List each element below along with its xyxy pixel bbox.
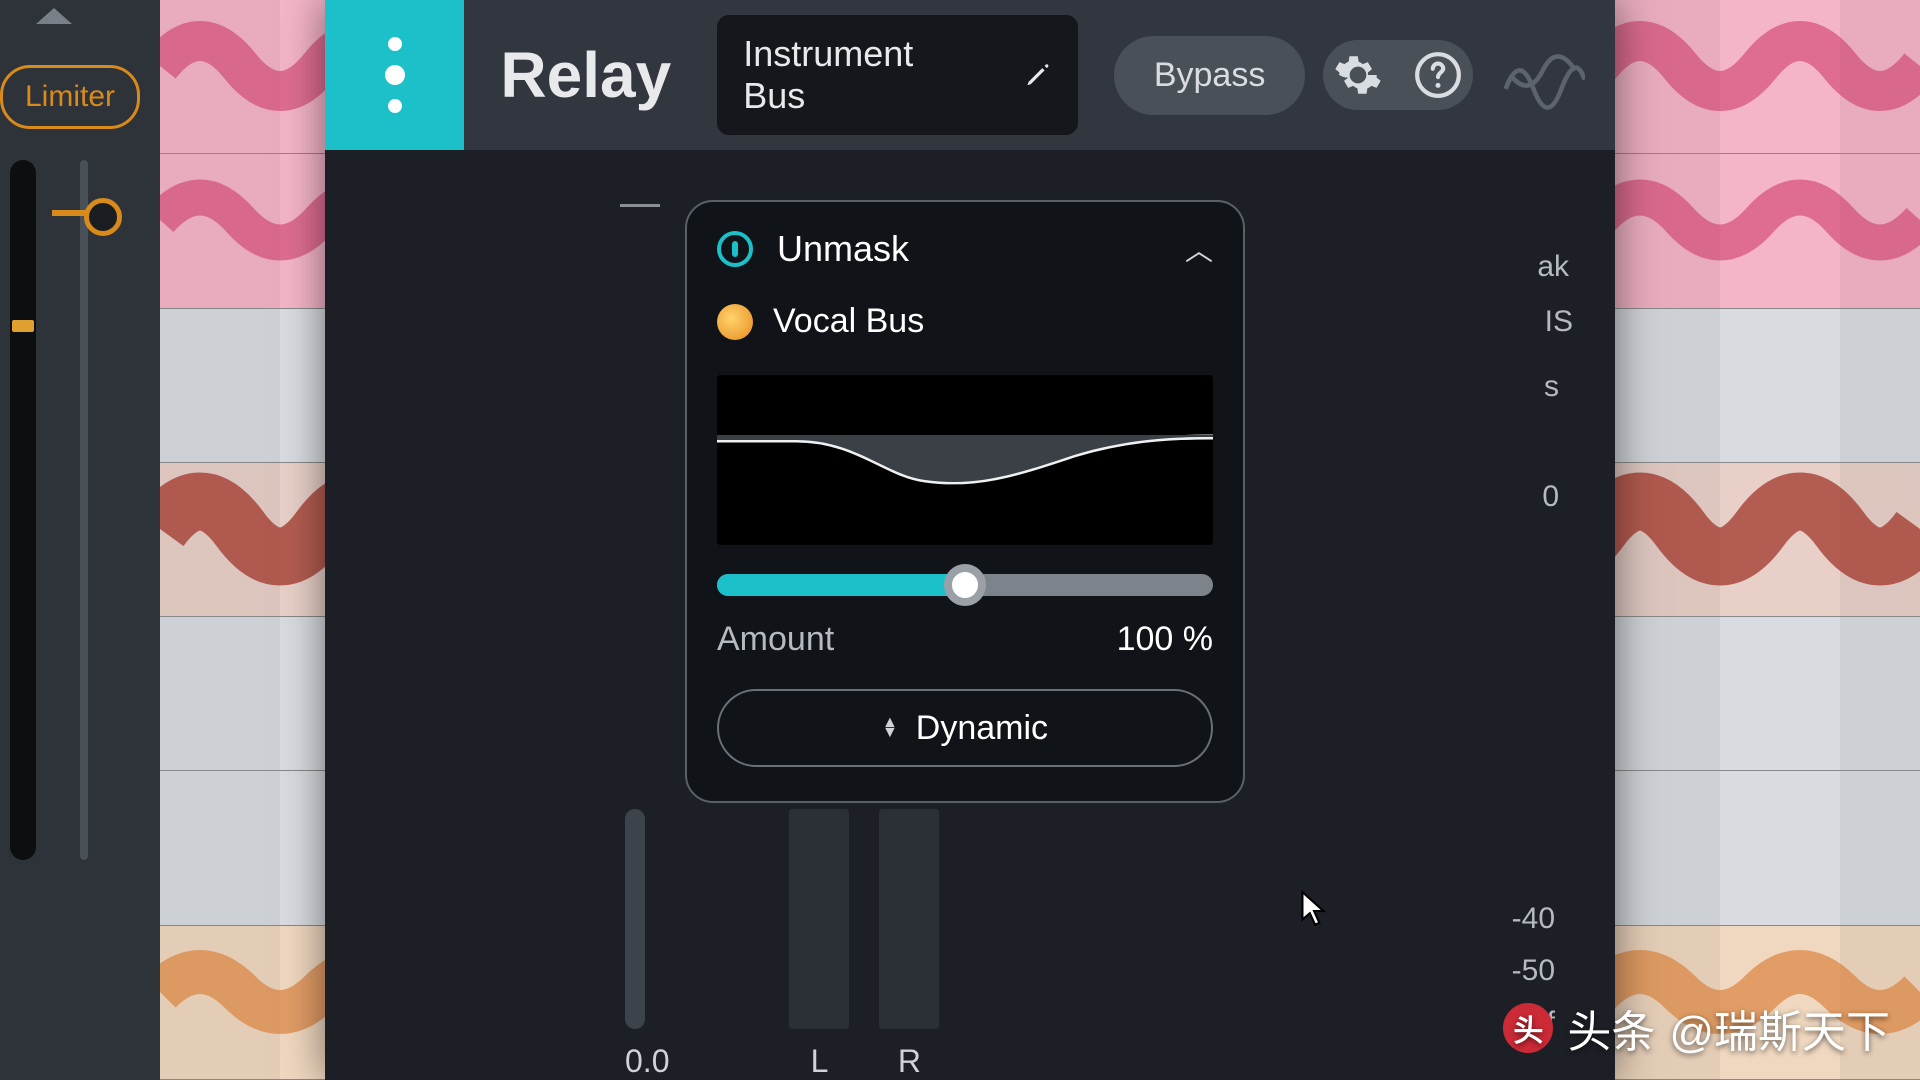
unmask-panel: Unmask ︿ Vocal Bus Amount 100 % — [685, 200, 1245, 803]
amount-label: Amount — [717, 620, 834, 659]
help-icon[interactable] — [1413, 50, 1463, 100]
mode-label: Dynamic — [916, 709, 1048, 748]
amount-value: 100 % — [1117, 620, 1213, 659]
left-meter — [10, 160, 36, 860]
output-section: 0.0 L R — [625, 809, 939, 1080]
bypass-button[interactable]: Bypass — [1114, 36, 1306, 115]
peak-label-partial: ak — [1537, 250, 1569, 284]
source-icon — [717, 304, 753, 340]
source-selector[interactable]: Vocal Bus — [717, 302, 1213, 341]
meter-right: R — [879, 809, 939, 1080]
scale-partial: s — [1544, 370, 1559, 404]
eq-curve-graph[interactable] — [717, 375, 1213, 545]
left-fader-track — [80, 160, 88, 860]
updown-icon: ▲▼ — [882, 718, 898, 738]
output-meters: L R — [789, 809, 939, 1080]
plugin-name: Relay — [500, 38, 671, 112]
signature-icon — [1501, 40, 1585, 110]
plugin-titlebar: Relay Instrument Bus Bypass — [325, 0, 1615, 150]
plugin-logo-icon[interactable] — [325, 0, 464, 150]
daw-sidebar: Limiter — [0, 0, 160, 1080]
plugin-body: ak IS s 0 0.0 L R -40 -50 -Inf — [325, 150, 1615, 1080]
gain-value: 0.0 — [625, 1043, 669, 1080]
meter-peak-marker — [12, 320, 34, 332]
watermark: 头 头条 @瑞斯天下 — [1503, 996, 1890, 1060]
limiter-button[interactable]: Limiter — [0, 65, 140, 129]
gear-icon[interactable] — [1333, 50, 1383, 100]
tick-mark — [620, 204, 660, 207]
source-label: Vocal Bus — [773, 302, 924, 341]
mode-button[interactable]: ▲▼ Dynamic — [717, 689, 1213, 767]
meter-left: L — [789, 809, 849, 1080]
panel-header[interactable]: Unmask ︿ — [717, 228, 1213, 270]
left-fader-handle[interactable] — [52, 210, 112, 216]
scale-tick: -40 — [1512, 902, 1555, 936]
preset-selector[interactable]: Instrument Bus — [717, 15, 1078, 135]
chevron-up-icon[interactable]: ︿ — [1185, 229, 1213, 269]
gain-fader[interactable]: 0.0 — [625, 809, 669, 1080]
slider-fill — [717, 574, 965, 596]
rms-label-partial: IS — [1545, 305, 1573, 339]
watermark-handle: @瑞斯天下 — [1669, 996, 1890, 1060]
preset-name: Instrument Bus — [743, 33, 964, 117]
collapse-up-icon[interactable] — [36, 8, 72, 24]
edit-icon[interactable] — [1024, 60, 1051, 90]
slider-thumb[interactable] — [944, 564, 986, 606]
settings-help-group — [1323, 40, 1473, 110]
watermark-logo-icon: 头 — [1503, 1003, 1553, 1053]
panel-title: Unmask — [777, 228, 1161, 270]
amount-slider[interactable] — [717, 574, 1213, 596]
power-icon[interactable] — [717, 231, 753, 267]
plugin-window: Relay Instrument Bus Bypass ak IS s 0 0.… — [325, 0, 1615, 1080]
watermark-prefix: 头条 — [1567, 996, 1655, 1060]
scale-partial: 0 — [1542, 480, 1559, 514]
scale-tick: -50 — [1512, 954, 1555, 988]
